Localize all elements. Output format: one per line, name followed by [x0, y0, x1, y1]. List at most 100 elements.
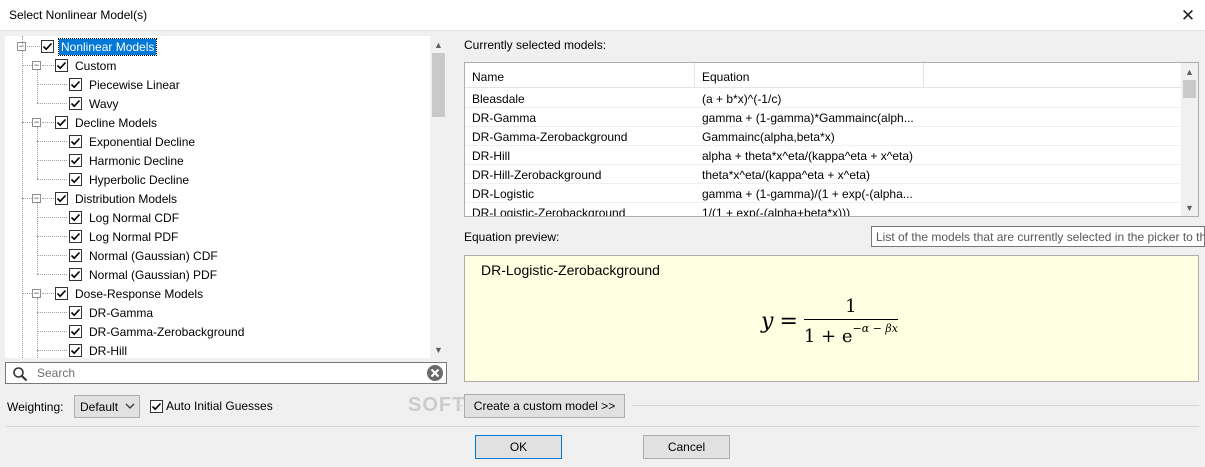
- scroll-up-icon[interactable]: ▲: [430, 36, 447, 53]
- tree-item[interactable]: Wavy: [69, 94, 121, 113]
- create-custom-model-button[interactable]: Create a custom model >>: [464, 394, 625, 418]
- scroll-up-icon[interactable]: ▲: [1181, 63, 1198, 80]
- checkbox-icon[interactable]: [55, 287, 68, 300]
- checkbox-icon[interactable]: [55, 192, 68, 205]
- denominator-base: 1 + e: [803, 326, 853, 347]
- model-equation-cell: Gammainc(alpha,beta*x): [702, 130, 835, 144]
- tree-guide: [37, 312, 67, 313]
- checkbox-icon[interactable]: [69, 249, 82, 262]
- tree-item[interactable]: Log Normal PDF: [69, 227, 180, 246]
- tree-guide: [37, 274, 67, 275]
- tree-item-label: Decline Models: [75, 115, 158, 130]
- checkbox-icon[interactable]: [69, 325, 82, 338]
- auto-guesses-checkbox[interactable]: Auto Initial Guesses: [150, 399, 273, 413]
- tree-item[interactable]: DR-Hill: [69, 341, 129, 358]
- collapse-icon[interactable]: −: [32, 194, 41, 203]
- collapse-icon[interactable]: −: [32, 118, 41, 127]
- tree-item[interactable]: Hyperbolic Decline: [69, 170, 191, 189]
- collapse-icon[interactable]: −: [32, 289, 41, 298]
- grid-scroll-thumb[interactable]: [1183, 80, 1196, 98]
- checkbox-icon[interactable]: [69, 211, 82, 224]
- table-row[interactable]: DR-Hill alpha + theta*x^eta/(kappa^eta + …: [465, 146, 1183, 165]
- checkbox-icon[interactable]: [69, 230, 82, 243]
- tree-guide: [37, 217, 67, 218]
- checkbox-icon[interactable]: [69, 173, 82, 186]
- checkbox-icon[interactable]: [69, 78, 82, 91]
- window-title: Select Nonlinear Model(s): [9, 8, 148, 22]
- column-header-equation[interactable]: Equation: [695, 63, 924, 88]
- table-row[interactable]: DR-Logistic-Zerobackground 1/(1 + exp(-(a…: [465, 203, 1183, 216]
- tree-item-label: Piecewise Linear: [89, 77, 180, 92]
- tree-item[interactable]: Piecewise Linear: [69, 75, 182, 94]
- preview-model-name: DR-Logistic-Zerobackground: [481, 262, 660, 278]
- close-icon[interactable]: ✕: [1171, 0, 1205, 31]
- scroll-down-icon[interactable]: ▼: [430, 341, 447, 358]
- tree-guide: [37, 160, 67, 161]
- selected-models-grid[interactable]: Name Equation Bleasdale (a + b*x)^(-1/c) D…: [464, 62, 1199, 217]
- checkbox-icon[interactable]: [41, 40, 54, 53]
- tree-guide: [22, 122, 32, 123]
- tree-item[interactable]: Log Normal CDF: [69, 208, 181, 227]
- model-equation-cell: gamma + (1-gamma)*Gammainc(alph...: [702, 111, 914, 125]
- tree-item[interactable]: DR-Gamma: [69, 303, 155, 322]
- tree-item[interactable]: Custom: [55, 56, 118, 75]
- table-row[interactable]: DR-Gamma gamma + (1-gamma)*Gammainc(alph.…: [465, 108, 1183, 127]
- column-header-name[interactable]: Name: [465, 63, 695, 88]
- equation-preview-label: Equation preview:: [464, 230, 560, 244]
- grid-scrollbar[interactable]: ▲ ▼: [1181, 63, 1198, 216]
- weighting-select[interactable]: Default: [74, 395, 140, 418]
- checkbox-icon[interactable]: [55, 116, 68, 129]
- model-equation-cell: alpha + theta*x^eta/(kappa^eta + x^eta): [702, 149, 914, 163]
- formula-lhs: y: [761, 309, 774, 334]
- formula-numerator: 1: [845, 296, 857, 317]
- table-row[interactable]: DR-Gamma-Zerobackground Gammainc(alpha,be…: [465, 127, 1183, 146]
- checkbox-icon[interactable]: [69, 268, 82, 281]
- auto-guesses-label: Auto Initial Guesses: [166, 399, 273, 413]
- tree-item-label: Log Normal PDF: [89, 229, 179, 244]
- checkbox-icon[interactable]: [55, 59, 68, 72]
- checkbox-icon[interactable]: [69, 306, 82, 319]
- tree-guide: [22, 36, 23, 44]
- tree-guide: [22, 198, 32, 199]
- tree-scroll-thumb[interactable]: [432, 53, 445, 117]
- model-name-cell: DR-Hill: [472, 149, 510, 163]
- search-box[interactable]: [5, 362, 447, 384]
- model-tree[interactable]: ▲ ▼ Nonlinear Models − Custom − Piecewise Li…: [5, 36, 447, 358]
- tree-item[interactable]: Dose-Response Models: [55, 284, 205, 303]
- tree-item[interactable]: Normal (Gaussian) CDF: [69, 246, 220, 265]
- cancel-button[interactable]: Cancel: [643, 435, 730, 459]
- model-name-cell: DR-Gamma: [472, 111, 537, 125]
- tree-item[interactable]: Normal (Gaussian) PDF: [69, 265, 219, 284]
- tree-item[interactable]: Decline Models: [55, 113, 159, 132]
- model-equation-cell: gamma + (1-gamma)/(1 + exp(-(alpha...: [702, 187, 913, 201]
- tree-item[interactable]: Nonlinear Models: [41, 37, 158, 56]
- search-icon: [13, 367, 28, 382]
- tree-item[interactable]: Exponential Decline: [69, 132, 197, 151]
- table-row[interactable]: DR-Hill-Zerobackground theta*x^eta/(kappa…: [465, 165, 1183, 184]
- ok-button[interactable]: OK: [475, 435, 562, 459]
- checkbox-icon[interactable]: [69, 344, 82, 357]
- tree-item[interactable]: DR-Gamma-Zerobackground: [69, 322, 246, 341]
- grid-header: Name Equation: [465, 63, 1183, 88]
- chevron-down-icon: [125, 403, 135, 409]
- search-input[interactable]: [35, 364, 415, 382]
- collapse-icon[interactable]: −: [32, 61, 41, 70]
- model-name-cell: DR-Gamma-Zerobackground: [472, 130, 628, 144]
- table-row[interactable]: DR-Logistic gamma + (1-gamma)/(1 + exp(-(…: [465, 184, 1183, 203]
- tree-guide: [37, 236, 67, 237]
- tree-guide: [42, 198, 54, 199]
- tree-guide: [42, 122, 54, 123]
- tree-item[interactable]: Distribution Models: [55, 189, 179, 208]
- clear-search-icon[interactable]: [426, 364, 444, 382]
- checkbox-icon[interactable]: [150, 399, 163, 413]
- scroll-down-icon[interactable]: ▼: [1181, 199, 1198, 216]
- tree-item-label: DR-Hill: [89, 343, 127, 358]
- tree-scrollbar[interactable]: ▲ ▼: [430, 36, 447, 358]
- checkbox-icon[interactable]: [69, 97, 82, 110]
- checkbox-icon[interactable]: [69, 135, 82, 148]
- checkbox-icon[interactable]: [69, 154, 82, 167]
- formula-denominator: 1 + e−α − βx: [804, 320, 898, 347]
- model-equation-cell: theta*x^eta/(kappa^eta + x^eta): [702, 168, 870, 182]
- tree-item[interactable]: Harmonic Decline: [69, 151, 186, 170]
- table-row[interactable]: Bleasdale (a + b*x)^(-1/c): [465, 89, 1183, 108]
